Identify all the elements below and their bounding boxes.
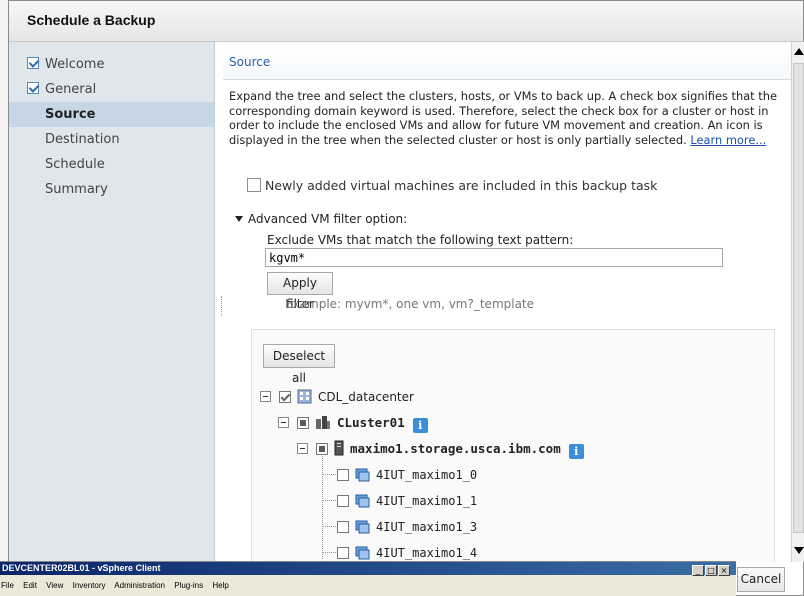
advanced-filter-label: Advanced VM filter option: (248, 212, 408, 226)
nav-item-schedule[interactable]: Schedule (9, 152, 214, 177)
exclude-pattern-input[interactable] (265, 248, 723, 267)
dialog-title: Schedule a Backup (27, 12, 156, 28)
vertical-scrollbar[interactable] (791, 42, 804, 562)
vm-checkbox[interactable] (337, 547, 349, 559)
datacenter-icon (297, 389, 312, 404)
info-icon[interactable]: i (568, 444, 584, 459)
window-controls: _ □ × (692, 562, 732, 576)
host-checkbox[interactable] (316, 443, 328, 455)
scroll-down-icon[interactable] (794, 547, 804, 554)
tree-node-vm: 4IUT_maximo1_1 (337, 491, 477, 511)
menu-edit[interactable]: Edit (23, 581, 37, 590)
scroll-up-icon[interactable] (794, 48, 804, 55)
menu-file[interactable]: File (1, 581, 14, 590)
advanced-filter-toggle[interactable]: Advanced VM filter option: (235, 212, 407, 226)
new-vms-label: Newly added virtual machines are include… (265, 178, 658, 193)
cancel-button[interactable]: Cancel (737, 567, 785, 592)
vsphere-menu-bar: File Edit View Inventory Administration … (0, 575, 736, 596)
source-description: Expand the tree and select the clusters,… (223, 80, 791, 147)
vm-checkbox[interactable] (337, 469, 349, 481)
learn-more-link[interactable]: Learn more... (690, 133, 766, 147)
collapse-icon[interactable] (260, 391, 271, 402)
vm-icon (355, 546, 370, 560)
source-panel: Source Expand the tree and select the cl… (223, 42, 791, 562)
new-vms-checkbox[interactable] (247, 178, 261, 192)
maximize-icon[interactable]: □ (705, 565, 717, 576)
nav-item-label: General (45, 82, 97, 97)
vm-label: 4IUT_maximo1_4 (376, 546, 478, 560)
cluster-label: CLuster01 (337, 415, 405, 430)
nav-item-label: Destination (45, 132, 120, 147)
minimize-icon[interactable]: _ (692, 565, 704, 576)
nav-item-label: Welcome (45, 57, 105, 72)
new-vms-option[interactable]: Newly added virtual machines are include… (247, 178, 657, 193)
tree-node-datacenter: CDL_datacenter (260, 387, 414, 407)
deselect-all-button[interactable]: Deselect all (263, 344, 335, 385)
datacenter-label: CDL_datacenter (318, 390, 414, 404)
wizard-nav: Welcome General Source Destination Sched… (9, 42, 215, 562)
collapse-icon[interactable] (278, 417, 289, 428)
tree-connector (322, 449, 323, 559)
tree-connector (322, 500, 336, 501)
tree-node-vm: 4IUT_maximo1_4 (337, 543, 477, 562)
nav-item-general[interactable]: General (9, 77, 214, 102)
vm-icon (355, 494, 370, 508)
nav-item-welcome[interactable]: Welcome (9, 52, 214, 77)
tree-connector (322, 474, 336, 475)
nav-item-label: Source (45, 107, 96, 122)
datacenter-checkbox[interactable] (279, 391, 291, 403)
vm-checkbox[interactable] (337, 495, 349, 507)
menu-inventory[interactable]: Inventory (73, 581, 106, 590)
check-icon (27, 82, 39, 94)
cluster-checkbox[interactable] (297, 417, 309, 429)
close-icon[interactable]: × (718, 565, 730, 576)
vm-icon (355, 468, 370, 482)
nav-item-source[interactable]: Source (9, 102, 214, 127)
vm-label: 4IUT_maximo1_3 (376, 520, 478, 534)
cluster-icon (316, 416, 330, 429)
schedule-backup-dialog: Schedule a Backup Welcome General Source… (8, 0, 804, 596)
nav-item-label: Schedule (45, 157, 105, 172)
tree-connector (322, 526, 336, 527)
expand-triangle-icon (235, 216, 243, 222)
tree-connector (322, 552, 336, 553)
vm-icon (355, 520, 370, 534)
check-icon (27, 57, 39, 69)
scrollbar-thumb[interactable] (793, 63, 804, 533)
filter-example-text: Example: myvm*, one vm, vm?_template (285, 297, 535, 311)
section-title: Source (223, 42, 791, 80)
menu-plugins[interactable]: Plug-ins (174, 581, 203, 590)
host-label: maximo1.storage.usca.ibm.com (350, 441, 561, 456)
menu-help[interactable]: Help (212, 581, 228, 590)
nav-item-summary[interactable]: Summary (9, 177, 214, 202)
nav-item-label: Summary (45, 182, 108, 197)
collapse-icon[interactable] (297, 443, 308, 454)
exclude-label: Exclude VMs that match the following tex… (267, 233, 574, 247)
vm-label: 4IUT_maximo1_0 (376, 468, 478, 482)
tree-node-cluster: CLuster01 i (278, 413, 428, 433)
info-icon[interactable]: i (412, 418, 428, 433)
tree-node-vm: 4IUT_maximo1_3 (337, 517, 477, 537)
vsphere-client-window-strip: DEVCENTER02BL01 - vSphere Client File Ed… (0, 561, 736, 596)
vm-label: 4IUT_maximo1_1 (376, 494, 478, 508)
host-server-icon (334, 440, 344, 456)
menu-view[interactable]: View (46, 581, 63, 590)
tree-node-vm: 4IUT_maximo1_0 (337, 465, 477, 485)
apply-filter-button[interactable]: Apply filter (267, 272, 333, 311)
vm-checkbox[interactable] (337, 521, 349, 533)
nav-item-destination[interactable]: Destination (9, 127, 214, 152)
dialog-titlebar: Schedule a Backup (9, 1, 803, 42)
splitter-handle[interactable] (221, 296, 222, 316)
vsphere-window-title: DEVCENTER02BL01 - vSphere Client (0, 562, 736, 575)
tree-node-host: maximo1.storage.usca.ibm.com i (297, 439, 584, 459)
menu-administration[interactable]: Administration (114, 581, 165, 590)
